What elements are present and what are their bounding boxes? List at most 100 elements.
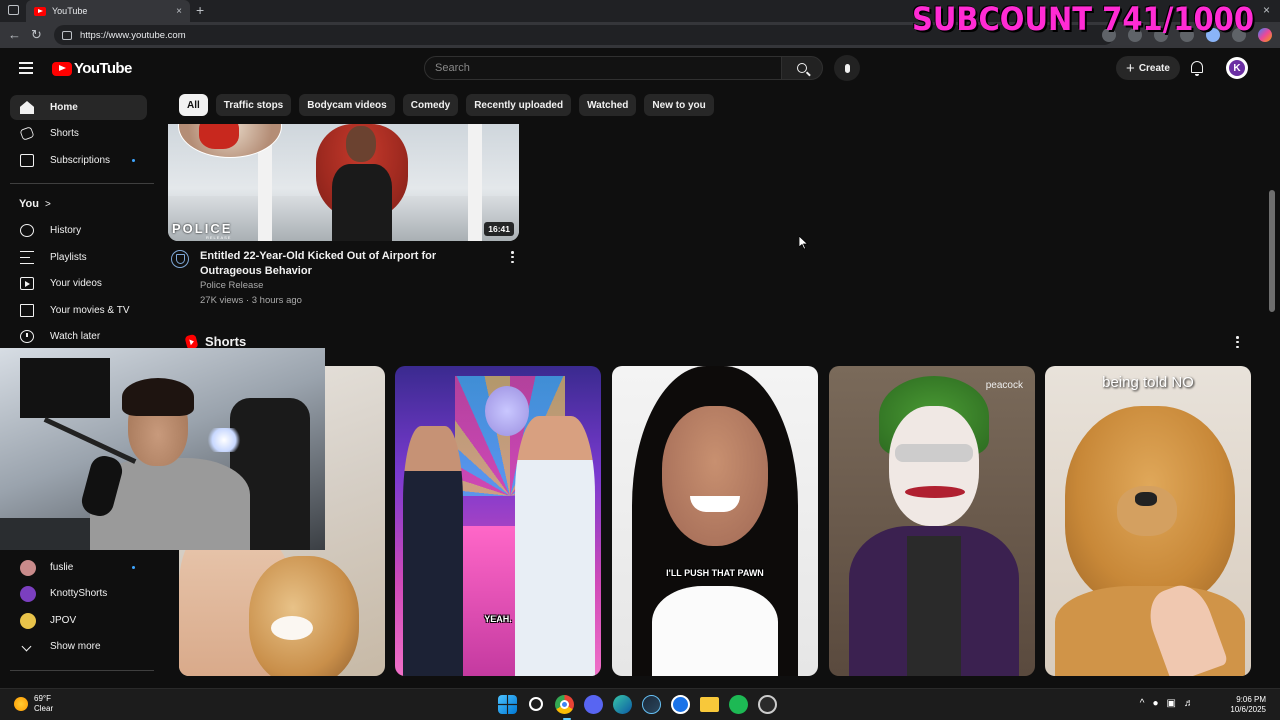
windows-taskbar: 69°F Clear ^ ● ▣ ♬ 9:06 PM 10/6/2025 <box>0 688 1280 720</box>
site-info-icon[interactable] <box>62 30 72 40</box>
voice-search-button[interactable] <box>834 55 860 81</box>
video-metadata: 27K views · 3 hours ago <box>200 295 302 306</box>
copilot-icon[interactable] <box>1258 28 1272 42</box>
window-close-icon[interactable]: × <box>1263 3 1270 17</box>
shorts-more-actions-icon[interactable] <box>1236 336 1240 348</box>
clock-time: 9:06 PM <box>1236 695 1266 704</box>
search-icon <box>797 63 807 73</box>
network-icon[interactable]: ▣ <box>1167 698 1176 709</box>
system-clock[interactable]: 9:06 PM 10/6/2025 <box>1230 695 1266 715</box>
playlists-icon <box>20 251 34 264</box>
sidebar-item-playlists[interactable]: Playlists <box>10 245 147 270</box>
edge-icon[interactable] <box>613 695 632 714</box>
chip-bodycam-videos[interactable]: Bodycam videos <box>299 94 395 116</box>
video-title[interactable]: Entitled 22-Year-Old Kicked Out of Airpo… <box>200 249 490 278</box>
weather-condition: Clear <box>34 704 54 713</box>
short-item[interactable]: I'LL PUSH THAT PAWN <box>612 366 818 676</box>
hamburger-menu-icon[interactable] <box>19 62 33 74</box>
browser-tab-youtube[interactable]: YouTube × <box>26 0 190 22</box>
obs-icon[interactable] <box>758 695 777 714</box>
youtube-wordmark: YouTube <box>74 60 132 77</box>
back-arrow-icon[interactable]: ← <box>8 27 21 42</box>
chrome-icon[interactable] <box>555 695 574 714</box>
channel-avatar <box>20 612 36 629</box>
tab-sidebar-icon[interactable] <box>8 5 19 15</box>
thumb-logo-text: POLICE <box>172 221 233 236</box>
youtube-favicon-icon <box>34 6 46 16</box>
sidebar-item-watch-later[interactable]: Watch later <box>10 324 147 349</box>
chip-traffic-stops[interactable]: Traffic stops <box>215 94 292 116</box>
short-item[interactable]: being told NO <box>1045 366 1251 676</box>
browser-globe-icon[interactable] <box>671 695 690 714</box>
chip-new-to-you[interactable]: New to you <box>644 94 714 116</box>
sidebar-item-label: fuslie <box>50 562 74 573</box>
tab-title: YouTube <box>52 6 88 16</box>
you-heading-label: You <box>19 198 39 210</box>
sidebar-item-channel-fuslie[interactable]: fuslie <box>10 555 147 580</box>
sidebar-item-history[interactable]: History <box>10 218 147 243</box>
webcam-overlay <box>0 348 325 550</box>
new-content-dot <box>132 566 135 569</box>
short-item[interactable]: YEAH. <box>395 366 601 676</box>
short-caption: I'LL PUSH THAT PAWN <box>666 568 764 578</box>
sidebar-item-label: Playlists <box>50 252 87 263</box>
sidebar-divider <box>10 670 154 671</box>
volume-icon[interactable]: ♬ <box>1184 698 1194 709</box>
video-thumbnail[interactable]: POLICE RELEASE 16:41 <box>168 124 519 241</box>
scrollbar-thumb[interactable] <box>1269 190 1275 312</box>
discord-icon[interactable] <box>584 695 603 714</box>
tab-close-icon[interactable]: × <box>176 6 182 17</box>
short-item[interactable]: peacock <box>829 366 1035 676</box>
file-explorer-icon[interactable] <box>700 697 719 712</box>
movies-icon <box>20 304 34 317</box>
clock-date: 10/6/2025 <box>1230 705 1266 714</box>
youtube-masthead: YouTube + Create K <box>0 48 1280 88</box>
notifications-bell-icon[interactable] <box>1191 61 1203 76</box>
sidebar-item-label: Your movies & TV <box>50 305 130 316</box>
plus-icon: + <box>1126 59 1135 77</box>
weather-widget[interactable]: 69°F Clear <box>14 694 53 714</box>
channel-avatar <box>20 585 36 602</box>
search-input[interactable] <box>435 62 781 74</box>
sidebar-you-heading[interactable]: You > <box>19 198 51 210</box>
new-tab-icon[interactable]: + <box>196 2 204 18</box>
sidebar-item-your-videos[interactable]: Your videos <box>10 271 147 296</box>
video-more-actions-icon[interactable] <box>511 251 515 263</box>
chip-watched[interactable]: Watched <box>579 94 637 116</box>
page-scrollbar[interactable] <box>1268 88 1276 688</box>
channel-avatar[interactable] <box>171 250 189 268</box>
spotify-icon[interactable] <box>729 695 748 714</box>
sidebar-item-movies[interactable]: Your movies & TV <box>10 298 147 323</box>
youtube-logo[interactable]: YouTube <box>52 60 132 77</box>
sidebar-item-channel-knottyshorts[interactable]: KnottyShorts <box>10 581 147 606</box>
home-icon <box>20 101 34 114</box>
chip-all[interactable]: All <box>179 94 208 116</box>
filter-chips: All Traffic stops Bodycam videos Comedy … <box>179 94 714 116</box>
windows-start-icon[interactable] <box>498 695 517 714</box>
taskbar-search-icon[interactable] <box>529 697 543 711</box>
sidebar-item-channel-jpov[interactable]: JPOV <box>10 608 147 633</box>
reload-icon[interactable]: ↻ <box>31 27 42 43</box>
tray-overflow-icon[interactable]: ^ <box>1140 698 1145 709</box>
sidebar-item-home[interactable]: Home <box>10 95 147 120</box>
sidebar-item-shorts[interactable]: Shorts <box>10 121 147 146</box>
create-button[interactable]: + Create <box>1116 56 1180 80</box>
channel-avatar <box>20 559 36 576</box>
account-avatar[interactable]: K <box>1226 57 1248 79</box>
chip-recently-uploaded[interactable]: Recently uploaded <box>466 94 572 116</box>
sidebar-item-label: Home <box>50 102 78 113</box>
steam-icon[interactable] <box>642 695 661 714</box>
new-content-dot <box>132 159 135 162</box>
sidebar-show-more[interactable]: Show more <box>10 634 147 659</box>
video-channel-name[interactable]: Police Release <box>200 280 263 291</box>
system-tray: ^ ● ▣ ♬ <box>1140 698 1194 709</box>
shorts-shelf-title: Shorts <box>184 333 247 350</box>
sidebar-item-subscriptions[interactable]: Subscriptions <box>10 148 147 173</box>
microphone-tray-icon[interactable]: ● <box>1153 698 1159 709</box>
thumb-pillar <box>468 124 482 241</box>
shorts-heading: Shorts <box>205 334 247 349</box>
chip-comedy[interactable]: Comedy <box>402 94 459 116</box>
sidebar-item-label: JPOV <box>50 615 77 626</box>
search-button[interactable] <box>781 56 823 80</box>
sidebar-item-label: Watch later <box>50 331 101 342</box>
